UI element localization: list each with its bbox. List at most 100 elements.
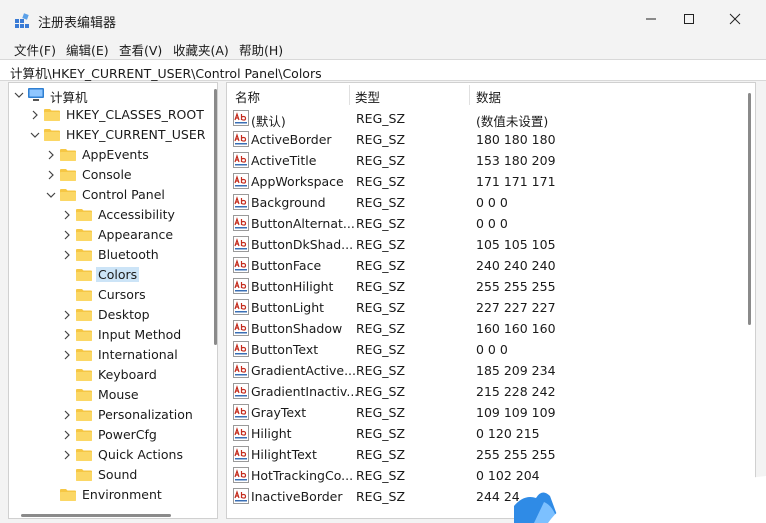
chevron-right-icon[interactable] (45, 149, 57, 161)
value-type: REG_SZ (356, 405, 406, 420)
tree-node[interactable]: Keyboard (9, 365, 209, 385)
list-vertical-scroll-thumb[interactable] (748, 93, 751, 325)
table-row[interactable]: GradientActive... REG_SZ 185 209 234 (227, 360, 747, 381)
table-row[interactable]: HotTrackingCo... REG_SZ 0 102 204 (227, 465, 747, 486)
value-name: ActiveTitle (251, 153, 317, 168)
chevron-right-icon[interactable] (61, 229, 73, 241)
tree-node-label: Accessibility (98, 207, 175, 222)
tree-node-label: AppEvents (82, 147, 149, 162)
table-row[interactable]: GradientInactiv... REG_SZ 215 228 242 (227, 381, 747, 402)
table-row[interactable]: InactiveBorder REG_SZ 244 24 (227, 486, 747, 507)
address-bar[interactable]: 计算机\HKEY_CURRENT_USER\Control Panel\Colo… (0, 59, 766, 81)
chevron-right-icon[interactable] (61, 429, 73, 441)
value-list[interactable]: 名称 类型 数据 (默认) REG_SZ (数值未设置) ActiveBorder RE… (226, 82, 756, 519)
chevron-right-icon[interactable] (61, 309, 73, 321)
value-name: InactiveBorder (251, 489, 343, 504)
menu-help[interactable]: 帮助(H) (239, 40, 283, 59)
maximize-button[interactable] (666, 0, 712, 38)
value-name: (默认) (251, 114, 286, 129)
string-value-icon (233, 131, 249, 147)
menu-file[interactable]: 文件(F) (14, 40, 56, 59)
column-divider[interactable] (469, 85, 470, 105)
string-value-icon (233, 425, 249, 441)
table-row[interactable]: HilightText REG_SZ 255 255 255 (227, 444, 747, 465)
chevron-right-icon[interactable] (61, 329, 73, 341)
tree-node[interactable]: Personalization (9, 405, 209, 425)
value-name: HilightText (251, 447, 317, 462)
tree-horizontal-scroll-thumb[interactable] (21, 514, 171, 517)
tree-node[interactable]: 计算机 (9, 85, 209, 105)
column-divider[interactable] (349, 85, 350, 105)
value-type: REG_SZ (356, 447, 406, 462)
menu-edit[interactable]: 编辑(E) (66, 40, 109, 59)
value-data: 0 120 215 (476, 426, 540, 441)
chevron-down-icon[interactable] (29, 129, 41, 141)
string-value-icon (233, 215, 249, 231)
tree-node[interactable]: Input Method (9, 325, 209, 345)
menu-favorites[interactable]: 收藏夹(A) (173, 40, 229, 59)
tree-node[interactable]: AppEvents (9, 145, 209, 165)
value-type: REG_SZ (356, 489, 406, 504)
chevron-down-icon[interactable] (45, 189, 57, 201)
value-type: REG_SZ (356, 468, 406, 483)
table-row[interactable]: ButtonDkShad... REG_SZ 105 105 105 (227, 234, 747, 255)
chevron-right-icon[interactable] (61, 349, 73, 361)
chevron-right-icon[interactable] (61, 449, 73, 461)
key-tree[interactable]: 计算机 HKEY_CLASSES_ROOT HKEY_CURRENT_USER App… (8, 82, 218, 519)
table-row[interactable]: ButtonFace REG_SZ 240 240 240 (227, 255, 747, 276)
tree-node[interactable]: Console (9, 165, 209, 185)
list-vertical-scrollbar[interactable] (747, 83, 753, 518)
tree-vertical-scrollbar[interactable] (214, 83, 217, 518)
table-row[interactable]: ButtonText REG_SZ 0 0 0 (227, 339, 747, 360)
column-header-name[interactable]: 名称 (235, 87, 260, 106)
folder-icon (76, 209, 92, 221)
tree-node[interactable]: Cursors (9, 285, 209, 305)
tree-node[interactable]: Environment (9, 485, 209, 505)
close-button[interactable] (712, 0, 758, 38)
table-row[interactable]: GrayText REG_SZ 109 109 109 (227, 402, 747, 423)
chevron-right-icon[interactable] (29, 109, 41, 121)
value-name: ActiveBorder (251, 132, 332, 147)
chevron-right-icon[interactable] (61, 249, 73, 261)
value-data: 160 160 160 (476, 321, 556, 336)
tree-node[interactable]: Colors (9, 265, 209, 285)
column-header-data[interactable]: 数据 (476, 87, 501, 106)
tree-node[interactable]: Accessibility (9, 205, 209, 225)
chevron-right-icon[interactable] (61, 409, 73, 421)
computer-icon (28, 88, 44, 101)
table-row[interactable]: (默认) REG_SZ (数值未设置) (227, 108, 747, 129)
value-data: 0 0 0 (476, 216, 508, 231)
table-row[interactable]: ButtonLight REG_SZ 227 227 227 (227, 297, 747, 318)
chevron-down-icon[interactable] (13, 89, 25, 101)
title-bar[interactable]: 注册表编辑器 (0, 0, 766, 38)
tree-node[interactable]: Control Panel (9, 185, 209, 205)
tree-node[interactable]: Bluetooth (9, 245, 209, 265)
table-row[interactable]: ButtonShadow REG_SZ 160 160 160 (227, 318, 747, 339)
string-value-icon (233, 362, 249, 378)
tree-vertical-scroll-thumb[interactable] (214, 89, 217, 345)
tree-node[interactable]: Appearance (9, 225, 209, 245)
table-row[interactable]: ButtonHilight REG_SZ 255 255 255 (227, 276, 747, 297)
table-row[interactable]: Background REG_SZ 0 0 0 (227, 192, 747, 213)
list-header: 名称 类型 数据 (227, 83, 755, 107)
table-row[interactable]: ActiveTitle REG_SZ 153 180 209 (227, 150, 747, 171)
value-name: GradientInactiv... (251, 384, 359, 399)
table-row[interactable]: AppWorkspace REG_SZ 171 171 171 (227, 171, 747, 192)
tree-node[interactable]: HKEY_CURRENT_USER (9, 125, 209, 145)
table-row[interactable]: ButtonAlternat... REG_SZ 0 0 0 (227, 213, 747, 234)
chevron-right-icon[interactable] (45, 169, 57, 181)
tree-node[interactable]: International (9, 345, 209, 365)
tree-horizontal-scrollbar[interactable] (9, 513, 209, 518)
tree-node[interactable]: Mouse (9, 385, 209, 405)
menu-view[interactable]: 查看(V) (119, 40, 162, 59)
column-header-type[interactable]: 类型 (355, 87, 380, 106)
tree-node[interactable]: HKEY_CLASSES_ROOT (9, 105, 209, 125)
address-path[interactable]: 计算机\HKEY_CURRENT_USER\Control Panel\Colo… (10, 63, 322, 82)
tree-node[interactable]: PowerCfg (9, 425, 209, 445)
tree-node[interactable]: Quick Actions (9, 445, 209, 465)
table-row[interactable]: Hilight REG_SZ 0 120 215 (227, 423, 747, 444)
tree-node[interactable]: Desktop (9, 305, 209, 325)
tree-node[interactable]: Sound (9, 465, 209, 485)
chevron-right-icon[interactable] (61, 209, 73, 221)
table-row[interactable]: ActiveBorder REG_SZ 180 180 180 (227, 129, 747, 150)
